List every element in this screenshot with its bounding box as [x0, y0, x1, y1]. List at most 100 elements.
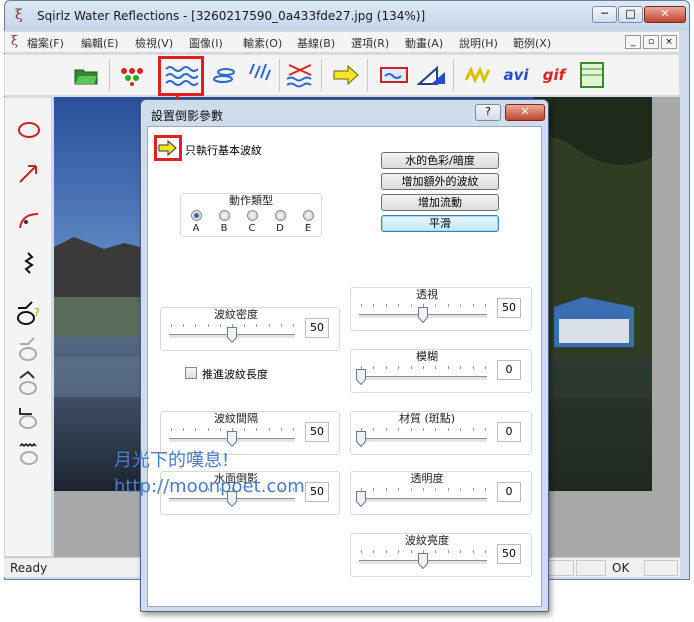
- slider-ticks: [361, 428, 486, 432]
- slider-tick: [460, 550, 461, 553]
- action-type-group: 動作類型 A B C D E: [180, 193, 322, 237]
- extra-waves-button[interactable]: 增加額外的波紋: [381, 173, 499, 190]
- svg-text:?: ?: [34, 306, 40, 319]
- slider-tick: [485, 304, 486, 307]
- animation-icon[interactable]: [461, 58, 495, 92]
- toolbar-separator: [367, 59, 368, 91]
- open-folder-icon[interactable]: [69, 58, 103, 92]
- wave-shape-tool-icon[interactable]: [13, 440, 45, 468]
- slider-value[interactable]: 50: [305, 318, 329, 338]
- slider-track[interactable]: [359, 376, 487, 380]
- menu-output[interactable]: 輸素(O): [243, 35, 282, 51]
- close-button[interactable]: ✕: [644, 6, 686, 23]
- slider-tick: [256, 324, 257, 327]
- shape-tool-3-icon[interactable]: [13, 368, 45, 396]
- menu-animation[interactable]: 動畫(A): [405, 35, 443, 51]
- zigzag-tool-icon[interactable]: [13, 250, 45, 278]
- basic-waves-arrow-icon[interactable]: [154, 135, 182, 161]
- next-arrow-icon[interactable]: [329, 58, 363, 92]
- slider-tick: [398, 366, 399, 369]
- slider-tick: [244, 324, 245, 327]
- perspective-icon[interactable]: [415, 58, 449, 92]
- slider-tick: [208, 428, 209, 431]
- maximize-button[interactable]: □: [618, 6, 643, 23]
- slider-label: 波紋亮度: [405, 534, 449, 547]
- radio-d-label: D: [276, 223, 284, 234]
- slider-thumb[interactable]: [418, 307, 428, 324]
- slider-value[interactable]: 50: [305, 422, 329, 442]
- mdi-close-button[interactable]: ×: [661, 35, 677, 49]
- slider-tick: [473, 550, 474, 553]
- slider-tick: [473, 428, 474, 431]
- slider-value[interactable]: 50: [497, 298, 521, 318]
- radio-b[interactable]: [219, 210, 230, 221]
- add-flow-button[interactable]: 增加流動: [381, 194, 499, 211]
- slider-thumb[interactable]: [356, 491, 366, 508]
- water-color-button[interactable]: 水的色彩/暗度: [381, 152, 499, 169]
- menu-options[interactable]: 選項(R): [351, 35, 389, 51]
- slider-value[interactable]: 0: [497, 360, 521, 380]
- slider-label: 材質 (斑點): [398, 412, 456, 425]
- menu-examples[interactable]: 範例(X): [513, 35, 551, 51]
- slider-thumb[interactable]: [227, 431, 237, 448]
- avi-export-button[interactable]: avi: [499, 58, 533, 92]
- slider-tick: [485, 550, 486, 553]
- slider-thumb[interactable]: [356, 431, 366, 448]
- dialog-close-button[interactable]: ✕: [505, 104, 545, 121]
- curve-tool-icon[interactable]: [13, 206, 45, 234]
- slider-tick: [473, 488, 474, 491]
- ripple-icon[interactable]: [209, 58, 243, 92]
- mdi-restore-button[interactable]: ▫: [643, 35, 659, 49]
- slider-thumb[interactable]: [227, 327, 237, 344]
- radio-c[interactable]: [247, 210, 258, 221]
- slider-thumb[interactable]: [356, 369, 366, 386]
- slider-tick: [386, 304, 387, 307]
- menu-help[interactable]: 說明(H): [459, 35, 498, 51]
- menu-image[interactable]: 圖像(I): [189, 35, 223, 51]
- shape-tool-2-icon[interactable]: [13, 334, 45, 362]
- minimize-button[interactable]: ─: [592, 6, 617, 23]
- radio-e[interactable]: [303, 210, 314, 221]
- slider-value[interactable]: 50: [497, 544, 521, 564]
- slider-value[interactable]: 0: [497, 482, 521, 502]
- slider-value[interactable]: 0: [497, 422, 521, 442]
- menu-baseline[interactable]: 基線(B): [297, 35, 335, 51]
- mdi-minimize-button[interactable]: _: [625, 35, 641, 49]
- panel-icon[interactable]: [575, 58, 609, 92]
- advance-wave-length-checkbox[interactable]: [185, 367, 197, 379]
- left-toolbar: ?: [4, 97, 52, 557]
- rain-icon[interactable]: [243, 58, 277, 92]
- menu-file[interactable]: 檔案(F): [27, 35, 64, 51]
- shape-tool-4-icon[interactable]: [13, 402, 45, 430]
- slider-label: 波紋密度: [214, 308, 258, 321]
- title-bar[interactable]: ξ Sqirlz Water Reflections - [3260217590…: [5, 1, 689, 31]
- shape-help-tool-icon[interactable]: ?: [13, 298, 45, 326]
- gif-export-button[interactable]: gif: [537, 58, 571, 92]
- slider-tick: [460, 428, 461, 431]
- slider-track[interactable]: [359, 498, 487, 502]
- baseline-icon[interactable]: [283, 58, 317, 92]
- slider-tick: [373, 550, 374, 553]
- blur-slider-group: 模糊 0: [350, 349, 532, 393]
- radio-d[interactable]: [275, 210, 286, 221]
- arrow-tool-icon[interactable]: [13, 160, 45, 188]
- ellipse-tool-icon[interactable]: [13, 116, 45, 144]
- slider-thumb[interactable]: [418, 553, 428, 570]
- radio-a[interactable]: [191, 210, 202, 221]
- color-dots-icon[interactable]: [115, 58, 149, 92]
- transparency-slider-group: 透明度 0: [350, 471, 532, 515]
- slider-tick: [423, 428, 424, 431]
- sqirlz-logo-icon: ξ: [15, 7, 23, 23]
- smooth-button[interactable]: 平滑: [381, 215, 499, 232]
- slider-value[interactable]: 50: [305, 482, 329, 502]
- menu-view[interactable]: 檢視(V): [135, 35, 173, 51]
- slider-tick: [220, 428, 221, 431]
- status-panel: [644, 560, 678, 576]
- slider-track[interactable]: [359, 438, 487, 442]
- slider-tick: [386, 488, 387, 491]
- slider-tick: [171, 324, 172, 327]
- menu-edit[interactable]: 編輯(E): [81, 35, 119, 51]
- reflection-settings-button[interactable]: [158, 56, 204, 96]
- preview-frame-icon[interactable]: [377, 58, 411, 92]
- dialog-help-button[interactable]: ?: [475, 104, 501, 121]
